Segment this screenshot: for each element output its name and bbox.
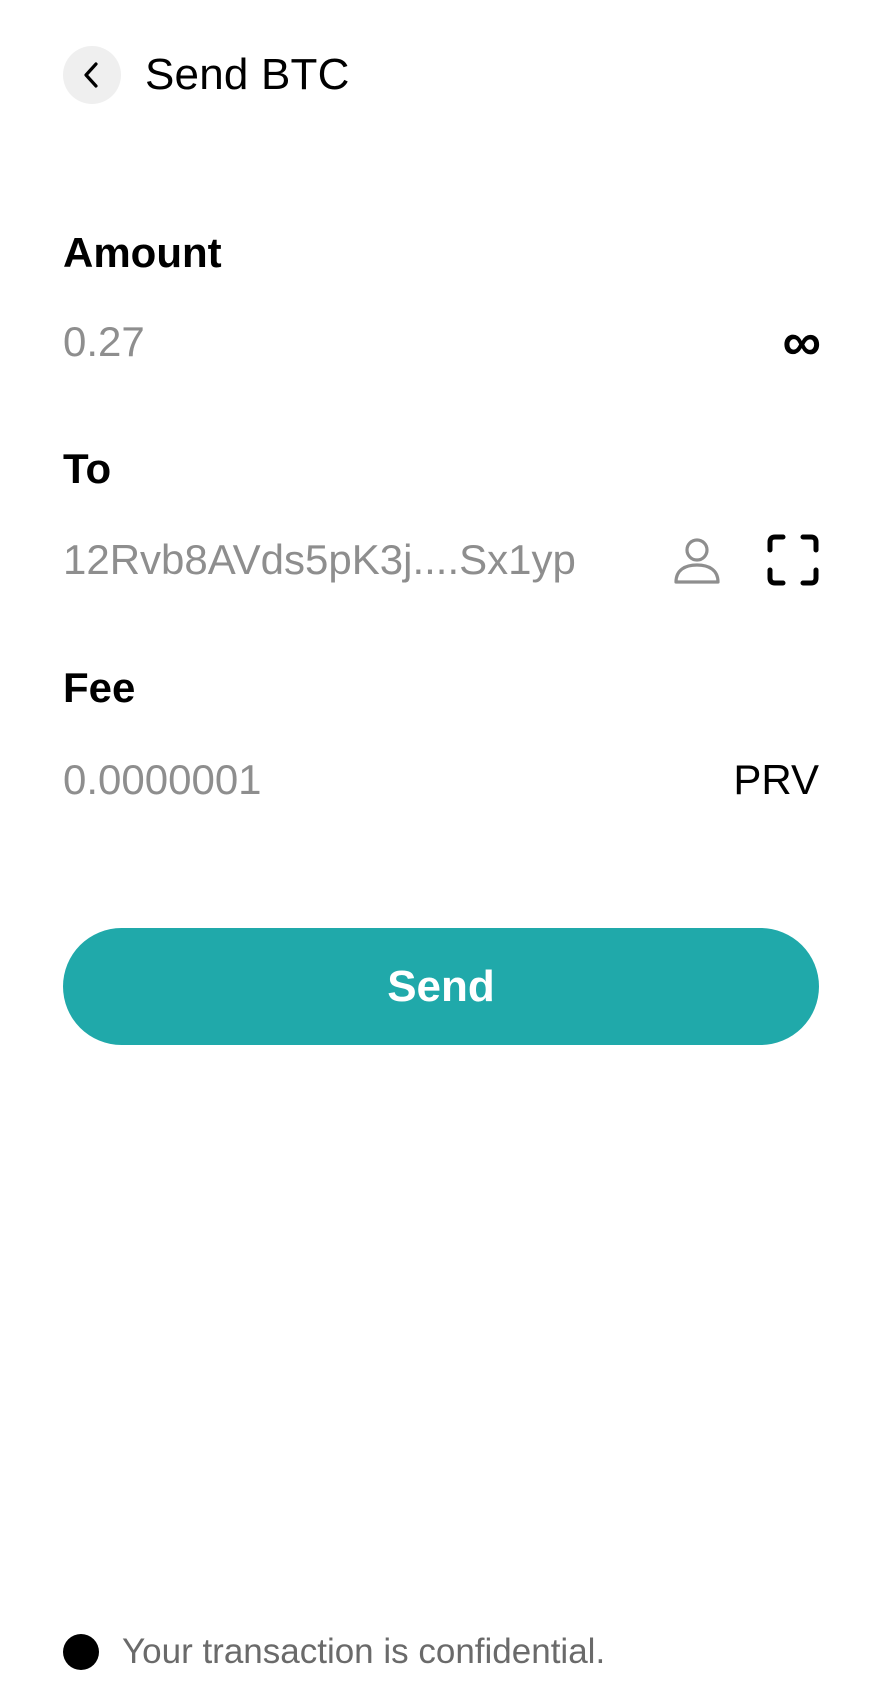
- to-row: 12Rvb8AVds5pK3j....Sx1yp: [63, 530, 819, 590]
- to-label: To: [63, 445, 112, 492]
- amount-input[interactable]: 0.27: [63, 312, 783, 372]
- address-input[interactable]: 12Rvb8AVds5pK3j....Sx1yp: [63, 530, 639, 590]
- infinity-icon[interactable]: ∞: [783, 312, 822, 372]
- scan-button[interactable]: [767, 534, 819, 586]
- qr-scan-icon: [767, 534, 819, 586]
- send-button[interactable]: Send: [63, 928, 819, 1045]
- chevron-left-icon: [84, 62, 98, 88]
- fee-row: 0.0000001 PRV: [63, 750, 819, 810]
- fee-value: 0.0000001: [63, 756, 262, 803]
- fee-unit: PRV: [733, 756, 819, 803]
- confidential-note-text: Your transaction is confidential.: [122, 1632, 606, 1671]
- confidential-note: Your transaction is confidential.: [63, 1630, 605, 1674]
- person-icon: [674, 538, 720, 584]
- header: Send BTC: [63, 46, 350, 104]
- back-button[interactable]: [63, 46, 121, 104]
- amount-row: 0.27 ∞: [63, 312, 822, 372]
- amount-label: Amount: [63, 229, 222, 276]
- contacts-button[interactable]: [671, 534, 723, 586]
- page-title: Send BTC: [145, 50, 350, 99]
- bullet-dot-icon: [63, 1634, 99, 1670]
- fee-label: Fee: [63, 664, 136, 711]
